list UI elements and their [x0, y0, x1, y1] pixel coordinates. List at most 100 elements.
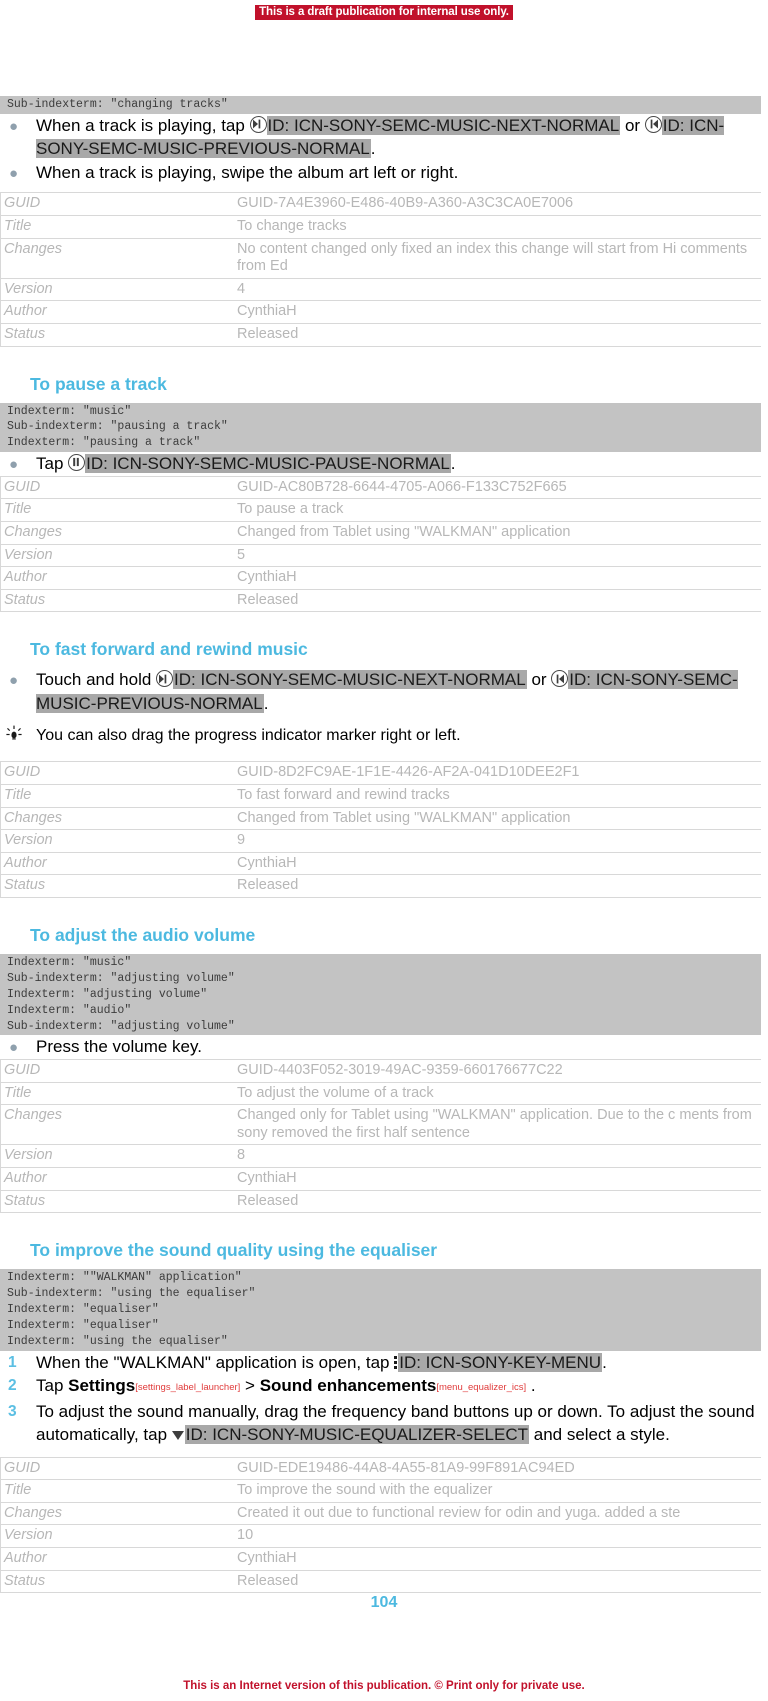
icon-id-label: ID: ICN-SONY-KEY-MENU — [398, 1352, 603, 1372]
table-row: GUID GUID-4403F052-3019-49AC-9359-660176… — [0, 1058, 761, 1083]
meta-value: CynthiaH — [234, 566, 761, 590]
step-text: Press the volume key. — [36, 1037, 202, 1057]
table-row: Author CynthiaH — [0, 1547, 761, 1571]
bullet-icon: ● — [9, 1039, 19, 1057]
table-row: Version 4 — [0, 277, 761, 302]
list-item: 3 To adjust the sound manually, drag the… — [0, 1400, 768, 1447]
table-row: Changes Created it out due to functional… — [0, 1501, 761, 1526]
step-text: When a track is playing, swipe the album… — [36, 162, 459, 182]
bullet-icon: ● — [9, 117, 19, 135]
step-text: Tap ID: ICN-SONY-SEMC-MUSIC-PAUSE-NORMAL… — [36, 454, 456, 474]
meta-label: Status — [0, 1189, 234, 1214]
meta-value: GUID-EDE19486-44A8-4A55-81A9-99F891AC94E… — [234, 1456, 761, 1481]
meta-value: 8 — [234, 1144, 761, 1168]
icon-id-label: ID: ICN-SONY-SEMC-MUSIC-NEXT-NORMAL — [266, 115, 621, 135]
settings-label: Settings — [68, 1376, 136, 1396]
meta-label: Title — [0, 215, 234, 239]
meta-label: Version — [0, 543, 234, 568]
bullet-icon: ● — [9, 456, 19, 474]
step-list: ● Press the volume key. — [0, 1035, 768, 1059]
section-fast-forward-rewind: To fast forward and rewind music ● Touch… — [0, 638, 768, 898]
step-list: ● Touch and hold ID: ICN-SONY-SEMC-MUSIC… — [0, 668, 768, 715]
step-text: When the "WALKMAN" application is open, … — [36, 1352, 607, 1372]
meta-value: GUID-8D2FC9AE-1F1E-4426-AF2A-041D10DEE2F… — [234, 761, 761, 785]
table-row: Changes No content changed only fixed an… — [0, 237, 761, 279]
section-improve-sound-equaliser: To improve the sound quality using the e… — [0, 1239, 768, 1594]
meta-value: To pause a track — [234, 498, 761, 522]
table-row: Version 8 — [0, 1144, 761, 1168]
meta-label: Title — [0, 498, 234, 522]
meta-value: No content changed only fixed an index t… — [234, 237, 761, 279]
table-row: Author CynthiaH — [0, 566, 761, 590]
section-adjust-volume: To adjust the audio volume Indexterm: "m… — [0, 924, 768, 1214]
music-previous-icon — [644, 115, 662, 133]
meta-value: GUID-AC80B728-6644-4705-A066-F133C752F66… — [234, 475, 761, 500]
meta-value: CynthiaH — [234, 1166, 761, 1191]
meta-value: 10 — [234, 1524, 761, 1548]
step-text: Touch and hold ID: ICN-SONY-SEMC-MUSIC-N… — [36, 670, 738, 713]
meta-label: Status — [0, 1569, 234, 1594]
list-item: ● Tap ID: ICN-SONY-SEMC-MUSIC-PAUSE-NORM… — [0, 452, 768, 476]
table-row: Title To pause a track — [0, 498, 761, 522]
metadata-table: GUID GUID-4403F052-3019-49AC-9359-660176… — [0, 1058, 761, 1214]
meta-value: 5 — [234, 543, 761, 568]
table-row: Version 5 — [0, 543, 761, 568]
meta-value: To fast forward and rewind tracks — [234, 783, 761, 808]
table-row: Changes Changed only for Tablet using "W… — [0, 1104, 761, 1146]
music-next-icon — [156, 670, 174, 688]
meta-value: To improve the sound with the equalizer — [234, 1479, 761, 1503]
meta-value: 9 — [234, 829, 761, 853]
icon-id-label: ID: ICN-SONY-SEMC-MUSIC-PAUSE-NORMAL — [85, 454, 451, 474]
meta-label: Changes — [0, 237, 234, 279]
step-text: When a track is playing, tap ID: ICN-SON… — [36, 115, 725, 159]
table-row: Title To fast forward and rewind tracks — [0, 783, 761, 808]
meta-label: Changes — [0, 520, 234, 545]
step-text: To adjust the sound manually, drag the f… — [36, 1401, 755, 1445]
icon-id-label: ID: ICN-SONY-MUSIC-EQUALIZER-SELECT — [184, 1425, 530, 1445]
list-item: ● When a track is playing, tap ID: ICN-S… — [0, 114, 768, 161]
meta-label: Author — [0, 1547, 234, 1571]
table-row: GUID GUID-AC80B728-6644-4705-A066-F133C7… — [0, 475, 761, 500]
music-previous-icon — [551, 670, 569, 688]
indexterm-block: Indexterm: "music" Sub-indexterm: "pausi… — [0, 402, 761, 453]
draft-banner-text: This is a draft publication for internal… — [255, 5, 513, 20]
indexterm-block: Sub-indexterm: "changing tracks" — [0, 96, 761, 114]
table-row: Status Released — [0, 322, 761, 347]
meta-value: GUID-7A4E3960-E486-40B9-A360-A3C3CA0E700… — [234, 192, 761, 216]
meta-label: Author — [0, 566, 234, 590]
meta-label: Author — [0, 1166, 234, 1191]
numbered-step-list: 1 When the "WALKMAN" application is open… — [0, 1351, 768, 1447]
meta-label: Changes — [0, 1501, 234, 1526]
table-row: Version 9 — [0, 829, 761, 853]
section-change-tracks: Sub-indexterm: "changing tracks" ● When … — [0, 96, 768, 347]
meta-label: Title — [0, 1081, 234, 1106]
table-row: Title To change tracks — [0, 215, 761, 239]
page-number: 104 — [370, 1594, 398, 1611]
meta-value: Changed from Tablet using "WALKMAN" appl… — [234, 520, 761, 545]
meta-value: Released — [234, 1189, 761, 1214]
meta-value: GUID-4403F052-3019-49AC-9359-660176677C2… — [234, 1058, 761, 1083]
lightbulb-icon — [4, 724, 24, 744]
meta-value: To adjust the volume of a track — [234, 1081, 761, 1106]
meta-value: Released — [234, 874, 761, 898]
meta-value: Released — [234, 322, 761, 347]
table-row: Status Released — [0, 588, 761, 613]
arrow-down-icon — [171, 1429, 185, 1442]
meta-value: Changed from Tablet using "WALKMAN" appl… — [234, 806, 761, 831]
key-menu-icon — [394, 1356, 398, 1370]
meta-label: Status — [0, 588, 234, 613]
tip-note: You can also drag the progress indicator… — [0, 725, 768, 747]
section-pause-track: To pause a track Indexterm: "music" Sub-… — [0, 373, 768, 613]
meta-value: Released — [234, 588, 761, 613]
meta-label: Changes — [0, 806, 234, 831]
table-row: Author CynthiaH — [0, 851, 761, 876]
step-list: ● Tap ID: ICN-SONY-SEMC-MUSIC-PAUSE-NORM… — [0, 452, 768, 476]
bullet-icon: ● — [9, 672, 19, 690]
sound-enhancements-label: Sound enhancements — [259, 1376, 437, 1396]
meta-label: GUID — [0, 192, 234, 216]
meta-label: GUID — [0, 761, 234, 785]
table-row: Changes Changed from Tablet using "WALKM… — [0, 520, 761, 545]
step-number: 3 — [8, 1402, 17, 1420]
table-row: GUID GUID-7A4E3960-E486-40B9-A360-A3C3CA… — [0, 192, 761, 216]
page-title: To improve the sound quality using the e… — [30, 1240, 438, 1261]
